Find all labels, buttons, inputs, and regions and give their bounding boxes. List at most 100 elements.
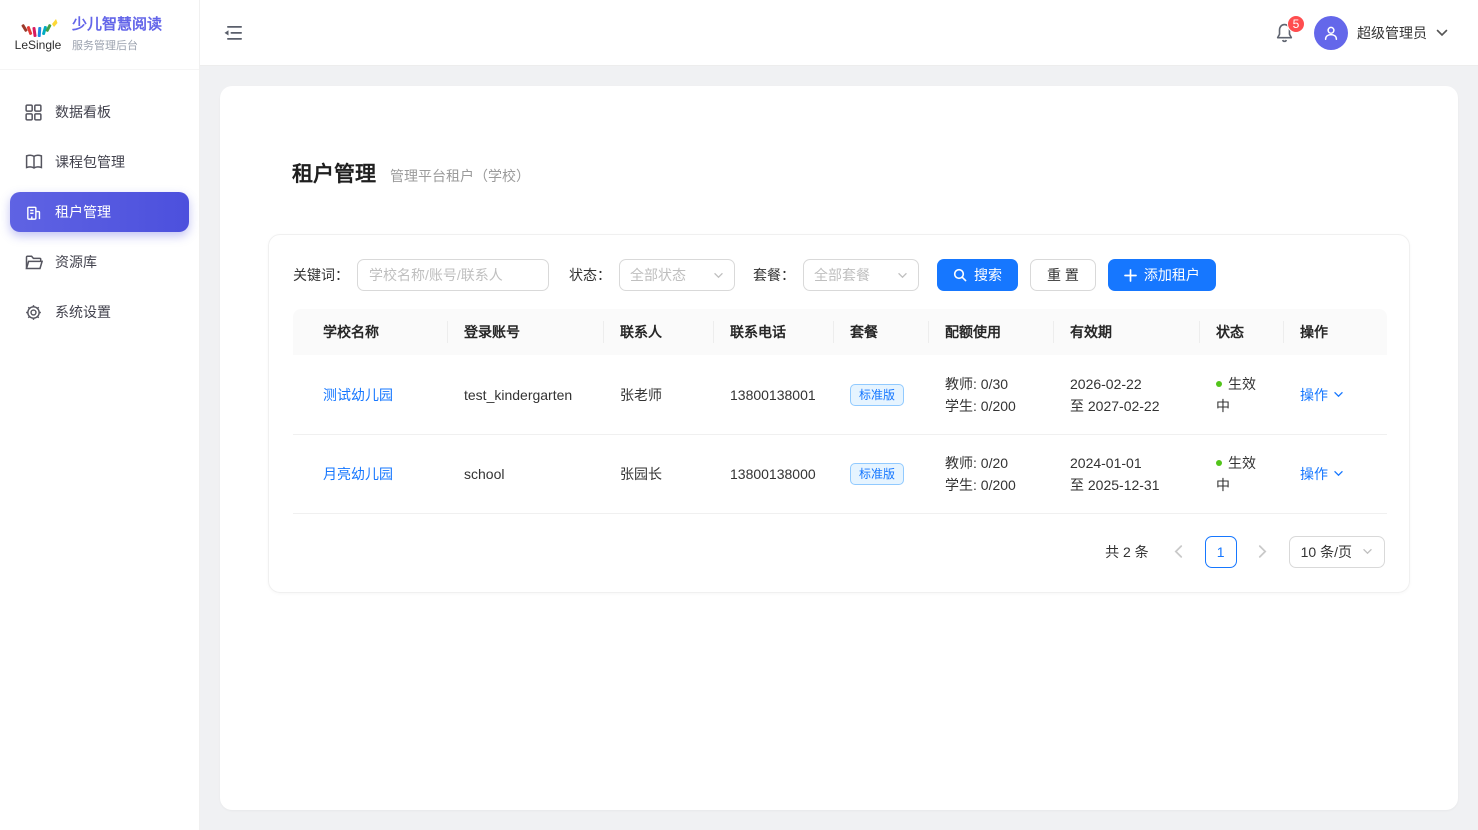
chevron-down-icon bbox=[1333, 391, 1344, 398]
lesingle-logo-icon: LeSingle bbox=[14, 18, 62, 52]
row-actions-dropdown[interactable]: 操作 bbox=[1300, 384, 1344, 406]
add-tenant-button[interactable]: 添加租户 bbox=[1108, 259, 1216, 291]
col-validity: 有效期 bbox=[1054, 309, 1200, 355]
col-login-account: 登录账号 bbox=[448, 309, 604, 355]
chevron-down-icon bbox=[1436, 24, 1448, 42]
quota-teacher: 教师: 0/30 bbox=[945, 373, 1038, 395]
sidebar-menu: 数据看板 课程包管理 bbox=[0, 70, 199, 354]
gear-icon bbox=[25, 303, 43, 321]
col-status: 状态 bbox=[1200, 309, 1284, 355]
col-quota: 配额使用 bbox=[929, 309, 1054, 355]
contact-cell: 张园长 bbox=[604, 434, 714, 513]
main-column: 5 超级管理员 bbox=[200, 0, 1478, 830]
pagination-prev-icon[interactable] bbox=[1165, 538, 1193, 566]
phone-cell: 13800138001 bbox=[714, 355, 834, 434]
folder-icon bbox=[25, 253, 43, 271]
quota-student: 学生: 0/200 bbox=[945, 474, 1038, 496]
package-select[interactable]: 全部套餐 bbox=[803, 259, 919, 291]
quota-teacher: 教师: 0/20 bbox=[945, 452, 1038, 474]
sidebar-item-label: 资源库 bbox=[55, 252, 97, 272]
status-label: 状态： bbox=[569, 265, 611, 285]
login-account-cell: school bbox=[448, 434, 604, 513]
keyword-input[interactable] bbox=[357, 259, 549, 291]
plus-icon bbox=[1124, 269, 1137, 282]
sidebar-item-tenants[interactable]: 租户管理 bbox=[10, 192, 189, 232]
user-menu[interactable]: 超级管理员 bbox=[1314, 16, 1448, 50]
reset-button[interactable]: 重 置 bbox=[1030, 259, 1096, 291]
sidebar: LeSingle 少儿智慧阅读 服务管理后台 数据看板 bbox=[0, 0, 200, 830]
valid-from: 2026-02-22 bbox=[1070, 373, 1184, 395]
sidebar-item-dashboard[interactable]: 数据看板 bbox=[10, 92, 189, 132]
validity-cell: 2024-01-01 至 2025-12-31 bbox=[1054, 434, 1200, 513]
school-name-link[interactable]: 测试幼儿园 bbox=[323, 387, 393, 403]
phone-cell: 13800138000 bbox=[714, 434, 834, 513]
row-actions-dropdown[interactable]: 操作 bbox=[1300, 463, 1344, 485]
page-title: 租户管理 bbox=[292, 158, 376, 188]
status-badge: 生效中 bbox=[1216, 376, 1256, 414]
search-button-label: 搜索 bbox=[974, 265, 1002, 285]
brand-text: 少儿智慧阅读 服务管理后台 bbox=[72, 16, 162, 53]
col-school-name: 学校名称 bbox=[293, 309, 448, 355]
table-header: 学校名称 登录账号 联系人 联系电话 套餐 配额使用 有效期 状态 操作 bbox=[293, 309, 1387, 355]
package-badge: 标准版 bbox=[850, 463, 904, 485]
building-icon bbox=[25, 203, 43, 221]
sidebar-item-label: 租户管理 bbox=[55, 202, 111, 222]
chevron-down-icon bbox=[897, 272, 908, 279]
keyword-label: 关键词： bbox=[293, 265, 349, 285]
quota-student: 学生: 0/200 bbox=[945, 395, 1038, 417]
sidebar-item-label: 数据看板 bbox=[55, 102, 111, 122]
package-select-value: 全部套餐 bbox=[814, 265, 870, 285]
dashboard-grid-icon bbox=[25, 103, 43, 121]
add-tenant-button-label: 添加租户 bbox=[1144, 265, 1200, 285]
status-cell: 生效中 bbox=[1200, 355, 1284, 434]
page-header: 租户管理 管理平台租户（学校） bbox=[292, 158, 1410, 188]
school-name-link[interactable]: 月亮幼儿园 bbox=[323, 466, 393, 482]
status-select[interactable]: 全部状态 bbox=[619, 259, 735, 291]
brand-subtitle: 服务管理后台 bbox=[72, 37, 162, 53]
topbar: 5 超级管理员 bbox=[200, 0, 1478, 66]
menu-fold-icon[interactable] bbox=[224, 22, 246, 44]
status-dot bbox=[1216, 381, 1222, 387]
logo-wordmark: LeSingle bbox=[14, 38, 62, 52]
pagination-page-1[interactable]: 1 bbox=[1205, 536, 1237, 568]
sidebar-item-label: 课程包管理 bbox=[55, 152, 125, 172]
page-size-value: 10 条/页 bbox=[1301, 542, 1352, 562]
col-phone: 联系电话 bbox=[714, 309, 834, 355]
user-name: 超级管理员 bbox=[1357, 23, 1427, 43]
chevron-down-icon bbox=[1333, 470, 1344, 477]
filter-bar: 关键词： 状态： 全部状态 套餐： 全部套餐 bbox=[293, 259, 1385, 291]
valid-to: 至 2025-12-31 bbox=[1070, 474, 1184, 496]
status-dot bbox=[1216, 460, 1222, 466]
reset-button-label: 重 置 bbox=[1047, 265, 1079, 285]
sidebar-item-course-packages[interactable]: 课程包管理 bbox=[10, 142, 189, 182]
sidebar-item-settings[interactable]: 系统设置 bbox=[10, 292, 189, 332]
col-actions: 操作 bbox=[1284, 309, 1387, 355]
pagination-next-icon[interactable] bbox=[1249, 538, 1277, 566]
contact-cell: 张老师 bbox=[604, 355, 714, 434]
search-icon bbox=[953, 268, 967, 282]
tenant-table: 学校名称 登录账号 联系人 联系电话 套餐 配额使用 有效期 状态 操作 bbox=[293, 309, 1387, 514]
notification-bell-icon[interactable]: 5 bbox=[1274, 22, 1296, 44]
valid-to: 至 2027-02-22 bbox=[1070, 395, 1184, 417]
page-card: 租户管理 管理平台租户（学校） 关键词： 状态： 全部状态 bbox=[220, 86, 1458, 810]
topbar-right: 5 超级管理员 bbox=[1274, 16, 1448, 50]
sidebar-item-resources[interactable]: 资源库 bbox=[10, 242, 189, 282]
col-package: 套餐 bbox=[834, 309, 929, 355]
row-actions-label: 操作 bbox=[1300, 463, 1328, 485]
page-subtitle: 管理平台租户（学校） bbox=[390, 166, 530, 186]
page-size-select[interactable]: 10 条/页 bbox=[1289, 536, 1385, 568]
status-select-value: 全部状态 bbox=[630, 265, 686, 285]
table-row: 测试幼儿园 test_kindergarten 张老师 13800138001 … bbox=[293, 355, 1387, 434]
brand-logo-area: LeSingle 少儿智慧阅读 服务管理后台 bbox=[0, 0, 199, 70]
chevron-down-icon bbox=[713, 272, 724, 279]
book-icon bbox=[25, 153, 43, 171]
search-button[interactable]: 搜索 bbox=[937, 259, 1018, 291]
package-badge: 标准版 bbox=[850, 384, 904, 406]
pagination: 共 2 条 1 10 条/页 bbox=[293, 536, 1385, 568]
package-label: 套餐： bbox=[753, 265, 795, 285]
status-badge: 生效中 bbox=[1216, 455, 1256, 493]
login-account-cell: test_kindergarten bbox=[448, 355, 604, 434]
quota-cell: 教师: 0/20 学生: 0/200 bbox=[929, 434, 1054, 513]
brand-title: 少儿智慧阅读 bbox=[72, 16, 162, 35]
content-area: 租户管理 管理平台租户（学校） 关键词： 状态： 全部状态 bbox=[200, 66, 1478, 830]
